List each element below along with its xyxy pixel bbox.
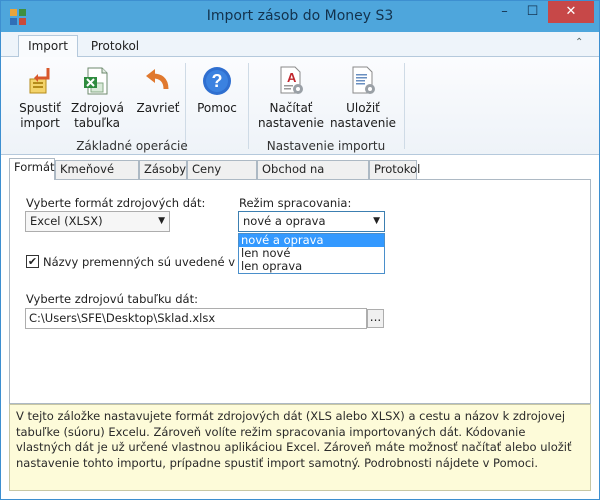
close-window-button[interactable]: ✕ xyxy=(548,1,594,23)
variable-names-checkbox[interactable]: ✔ xyxy=(26,255,39,268)
mode-dropdown-list: nové a oprava len nové len oprava xyxy=(238,233,385,274)
source-table-label-2: tabuľka xyxy=(74,116,120,130)
source-table-label-1: Zdrojová xyxy=(71,101,124,115)
import-window: Import zásob do Money S3 – ☐ ✕ Import Pr… xyxy=(0,0,600,500)
ribbon-tab-strip: Import Protokol ⌃ xyxy=(1,32,599,58)
close-button[interactable]: Zavrieť xyxy=(133,65,183,116)
format-select-value: Excel (XLSX) xyxy=(30,214,103,228)
help-label: Pomoc xyxy=(197,101,237,115)
content-tab-strip: Formát Kmeňové karty Zásoby Ceny zásob O… xyxy=(1,158,599,193)
svg-text:?: ? xyxy=(212,71,223,91)
ribbon-tab-protokol[interactable]: Protokol xyxy=(85,38,145,58)
run-import-icon xyxy=(29,68,50,94)
ribbon-separator xyxy=(185,63,186,149)
svg-text:A: A xyxy=(287,70,297,85)
group-label-basic-operations: Základné operácie xyxy=(76,139,188,153)
ribbon-collapse-icon[interactable]: ⌃ xyxy=(575,37,583,48)
tab-protokol[interactable]: Protokol xyxy=(369,160,420,179)
ribbon-separator xyxy=(404,63,405,149)
load-settings-label-2: nastavenie xyxy=(257,116,325,130)
help-button[interactable]: ? Pomoc xyxy=(193,65,241,116)
save-settings-icon xyxy=(352,66,375,94)
run-import-label-1: Spustiť xyxy=(19,101,61,115)
mode-select-value: nové a oprava xyxy=(243,214,326,228)
tab-obchod-na-internete[interactable]: Obchod na internete xyxy=(257,160,369,193)
excel-sheet-icon xyxy=(84,67,108,95)
minimize-button[interactable]: – xyxy=(490,1,519,23)
chevron-down-icon: ▼ xyxy=(373,216,380,226)
load-settings-button[interactable]: A Načítať nastavenie xyxy=(257,65,325,131)
group-label-import-settings: Nastavenie importu xyxy=(266,139,386,153)
run-import-button[interactable]: Spustiť import xyxy=(15,65,65,131)
save-settings-button[interactable]: Uložiť nastavenie xyxy=(328,65,398,131)
help-icon: ? xyxy=(203,67,231,95)
browse-button[interactable]: ... xyxy=(367,309,384,328)
close-undo-icon xyxy=(146,69,169,90)
mode-select[interactable]: nové a oprava ▼ xyxy=(238,211,385,232)
save-settings-label-1: Uložiť xyxy=(346,101,380,115)
save-settings-label-2: nastavenie xyxy=(329,116,397,130)
source-table-button[interactable]: Zdrojová tabuľka xyxy=(71,65,124,131)
tab-zasoby[interactable]: Zásoby xyxy=(139,160,187,179)
chevron-down-icon: ▼ xyxy=(158,216,165,226)
ribbon: Spustiť import Zdrojová tabuľka Zavrieť xyxy=(1,57,599,155)
ribbon-separator xyxy=(248,63,249,149)
variable-names-label: Názvy premenných sú uvedené v prvom r xyxy=(43,255,237,269)
tab-format[interactable]: Formát xyxy=(9,158,55,180)
run-import-label-2: import xyxy=(20,116,60,130)
load-settings-label-1: Načítať xyxy=(269,101,313,115)
tab-kmenove-karty[interactable]: Kmeňové karty xyxy=(55,160,139,193)
title-bar: Import zásob do Money S3 – ☐ ✕ xyxy=(1,1,599,32)
format-label: Vyberte formát zdrojových dát: xyxy=(26,196,206,210)
tab-ceny-zasob[interactable]: Ceny zásob xyxy=(187,160,257,193)
info-help-text: V tejto záložke nastavujete formát zdroj… xyxy=(9,404,591,491)
mode-option-len-oprava[interactable]: len oprava xyxy=(239,260,384,273)
close-label: Zavrieť xyxy=(136,101,180,115)
source-path-input[interactable]: C:\Users\SFE\Desktop\Sklad.xlsx xyxy=(25,308,367,329)
maximize-button[interactable]: ☐ xyxy=(519,1,546,23)
ribbon-tab-import[interactable]: Import xyxy=(18,35,78,58)
format-select[interactable]: Excel (XLSX) ▼ xyxy=(25,211,170,232)
mode-label: Režim spracovania: xyxy=(239,196,352,210)
source-label: Vyberte zdrojovú tabuľku dát: xyxy=(26,292,198,306)
load-settings-icon: A xyxy=(280,66,303,94)
